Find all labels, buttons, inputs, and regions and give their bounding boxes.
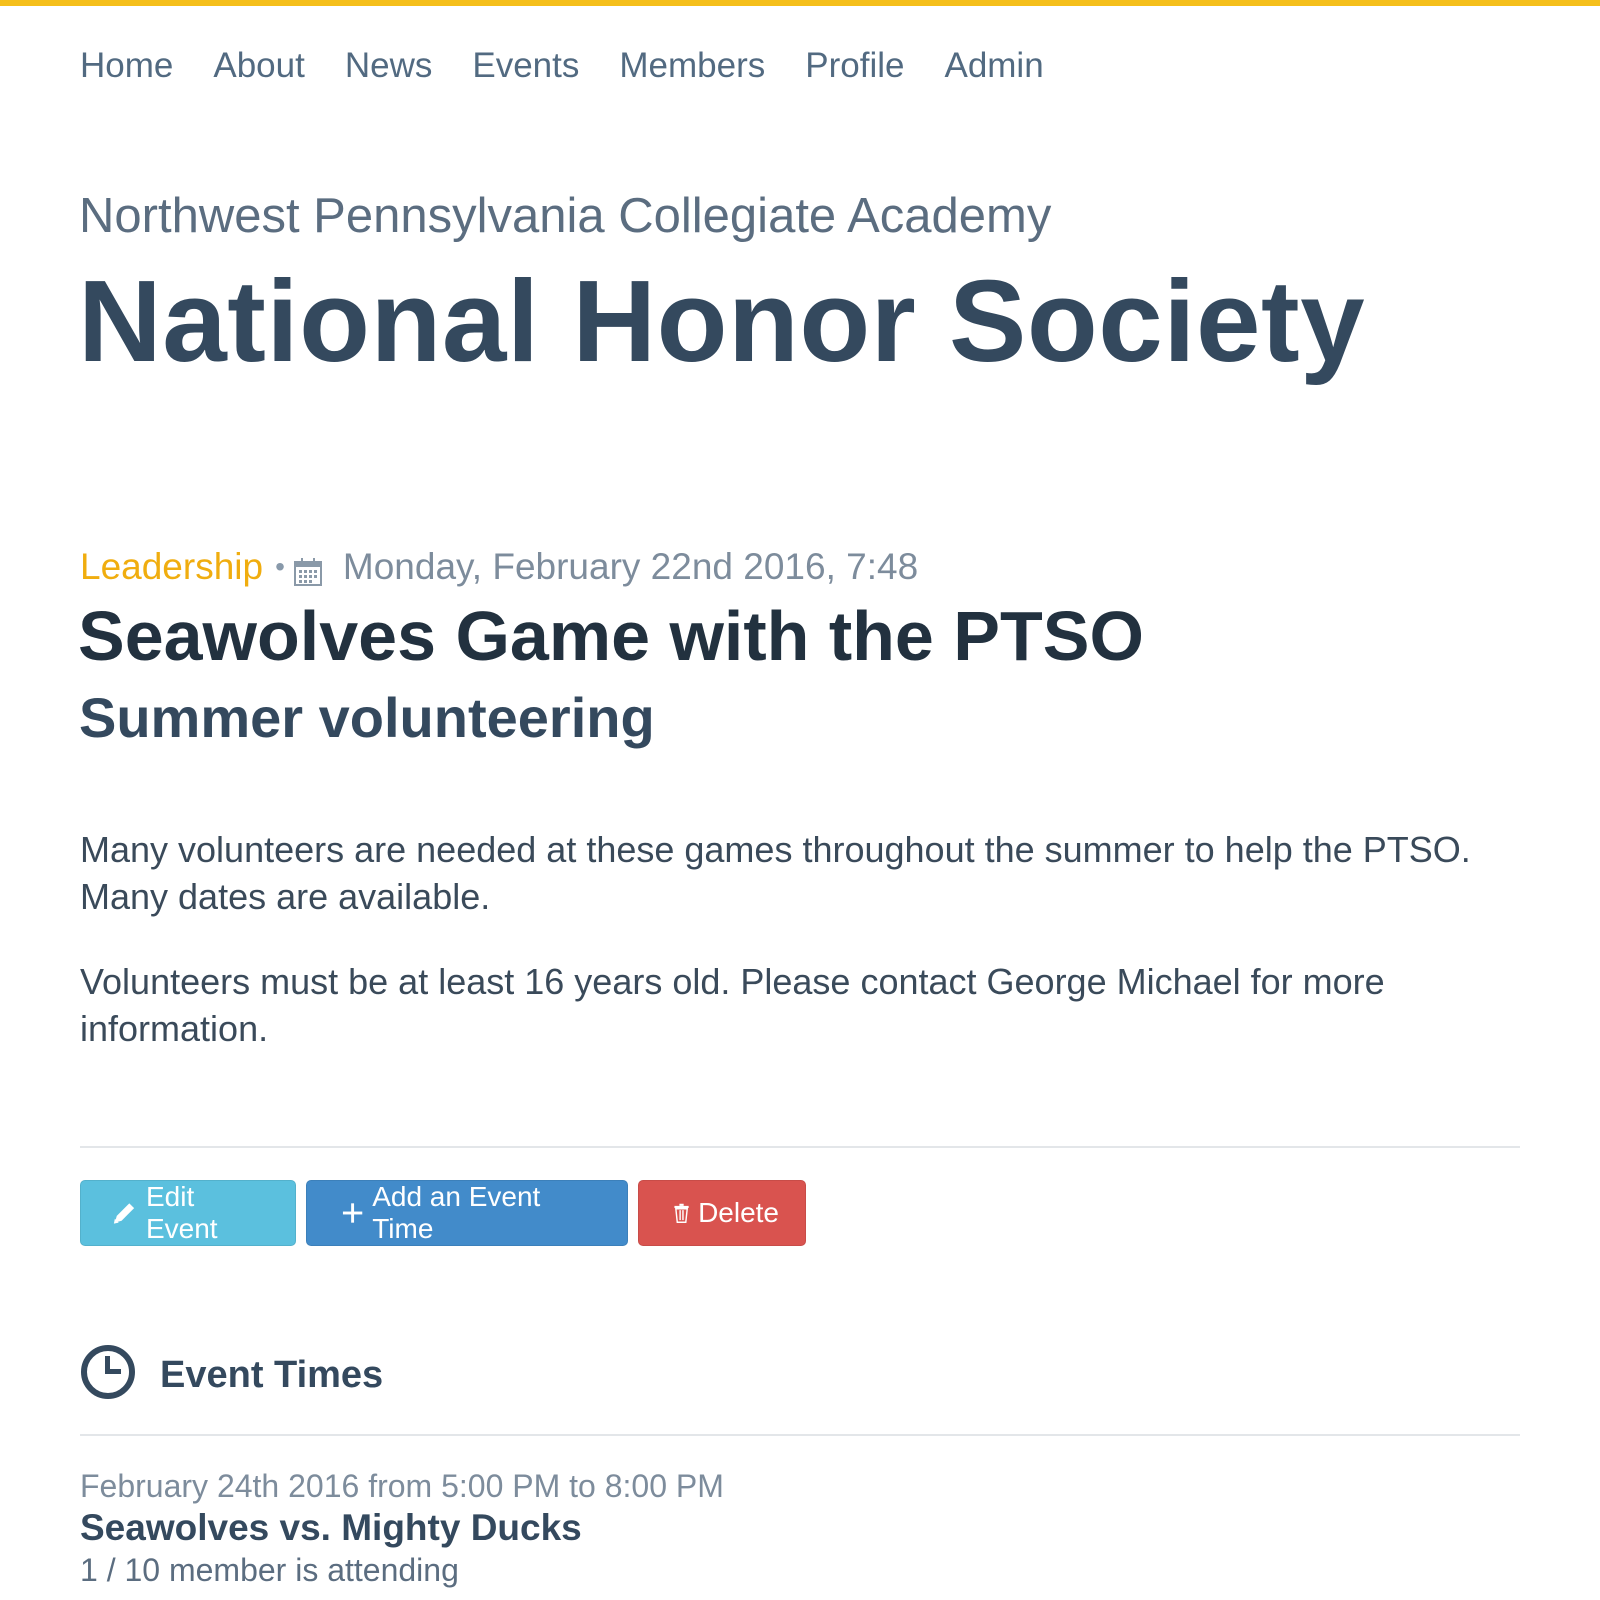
delete-event-label: Delete [698,1197,779,1228]
delete-event-button[interactable]: Delete [638,1180,806,1246]
plus-icon [342,1203,363,1223]
nav-about[interactable]: About [213,44,304,88]
school-name: Northwest Pennsylvania Collegiate Academ… [79,189,1052,243]
trash-icon [674,1203,689,1223]
event-title: Seawolves Game with the PTSO [78,597,1144,675]
divider [80,1434,1520,1436]
nav-members[interactable]: Members [619,44,765,88]
event-date: Monday, February 22nd 2016, 7:48 [342,546,919,587]
nav-events[interactable]: Events [472,44,579,88]
add-event-time-button[interactable]: Add an Event Time [306,1180,628,1246]
event-time-attendance: 1 / 10 member is attending [80,1552,459,1588]
nav-admin[interactable]: Admin [944,44,1043,88]
edit-event-label: Edit Event [145,1181,218,1244]
add-event-time-label: Add an Event Time [372,1181,541,1244]
nav-profile[interactable]: Profile [805,44,904,88]
site-title: National Honor Society [78,256,1366,386]
event-time-when: February 24th 2016 from 5:00 PM to 8:00 … [80,1468,724,1504]
event-category[interactable]: Leadership [80,544,263,590]
event-time-title: Seawolves vs. Mighty Ducks [80,1507,582,1548]
event-actions: Edit Event Add an Event Time Delete [80,1180,806,1246]
clock-icon [81,1345,135,1399]
main-nav: Home About News Events Members Profile A… [80,44,1084,88]
event-description: Many volunteers are needed at these game… [80,826,1520,1090]
event-meta: Leadership • Monday, February 22nd 2016,… [80,544,918,590]
top-accent-bar [0,0,1600,6]
description-paragraph: Many volunteers are needed at these game… [80,829,1471,917]
calendar-icon [293,552,323,586]
nav-home[interactable]: Home [80,44,173,88]
event-times-heading: Event Times [160,1353,384,1396]
pencil-icon [113,1203,135,1224]
event-subtitle: Summer volunteering [79,686,655,749]
meta-separator: • [275,551,285,582]
nav-news[interactable]: News [345,44,433,88]
divider [80,1146,1520,1148]
event-times-header: Event Times [80,1344,383,1400]
edit-event-button[interactable]: Edit Event [80,1180,296,1246]
description-paragraph: Volunteers must be at least 16 years old… [80,961,1385,1049]
